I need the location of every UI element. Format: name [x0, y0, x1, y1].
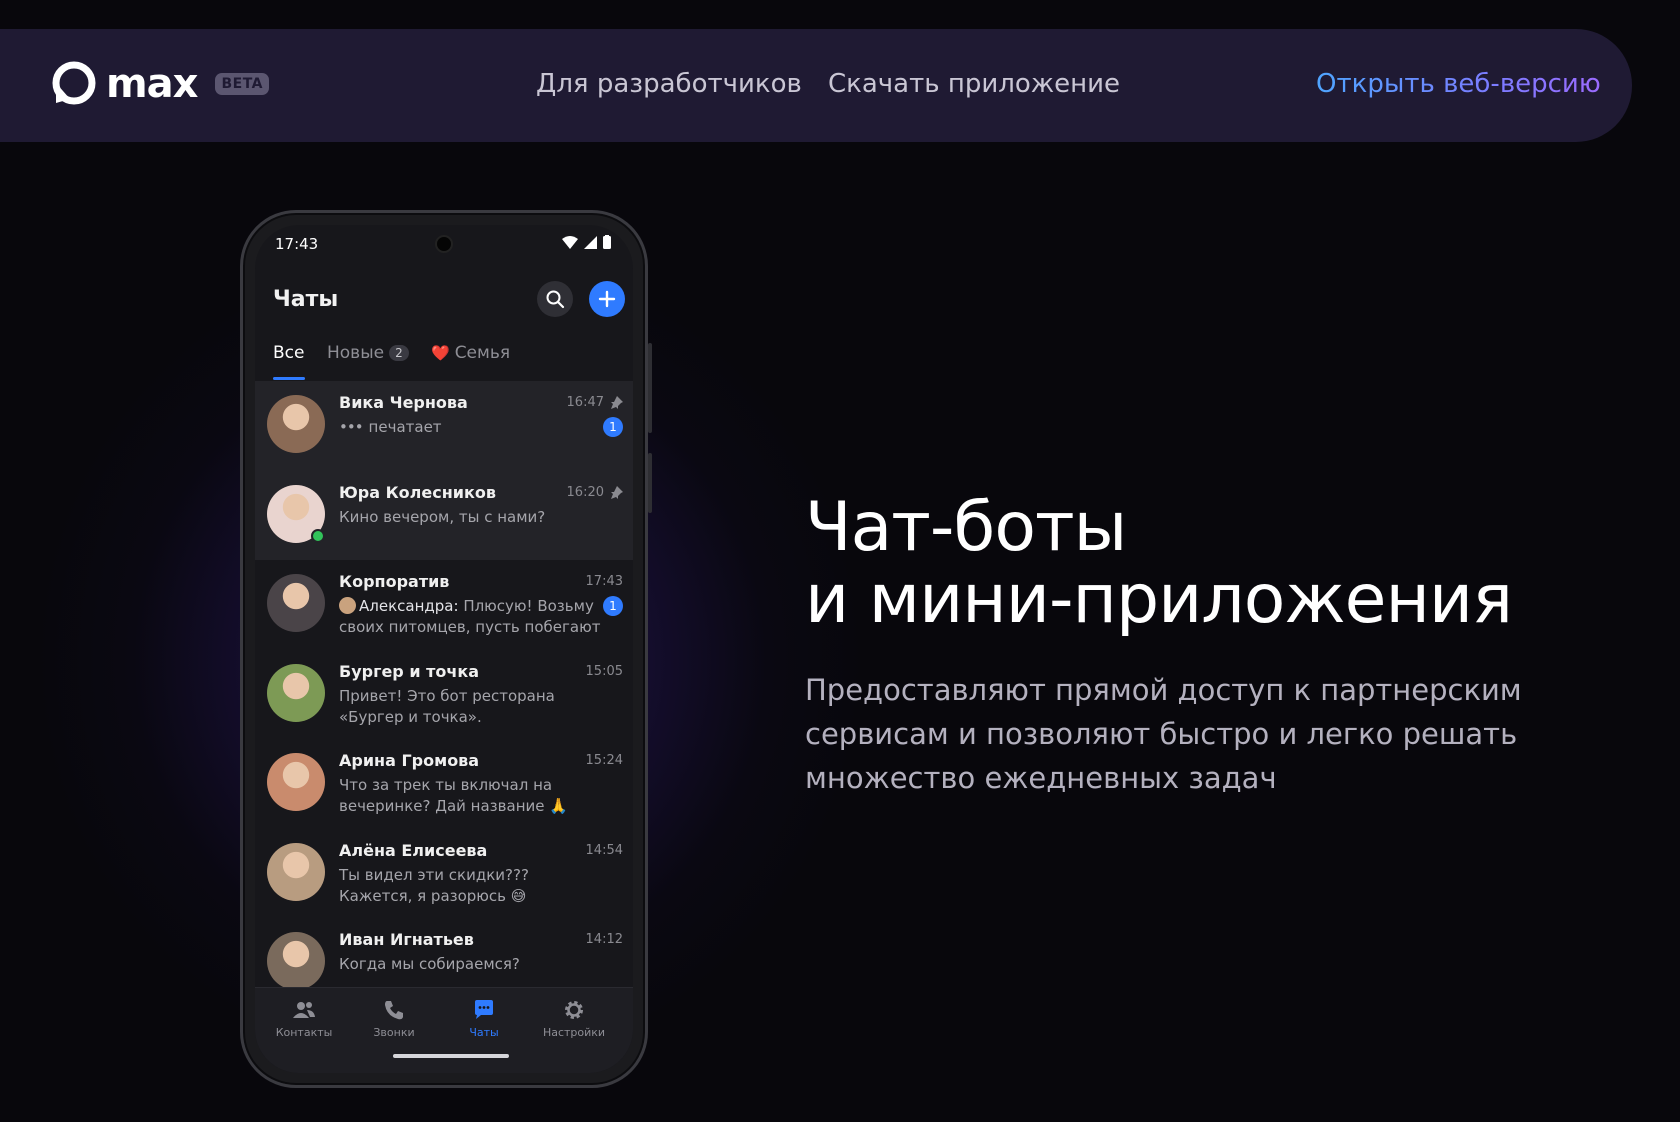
search-icon [546, 290, 565, 309]
tabbar-chats[interactable]: Чаты [439, 998, 529, 1039]
brand-name: max [106, 61, 198, 107]
home-indicator[interactable] [393, 1054, 509, 1058]
chat-preview: Александра: Плюсую! Возьму своих питомце… [339, 597, 601, 636]
chat-item[interactable]: Арина Громова 15:24 Что за трек ты включал… [255, 739, 633, 829]
beta-badge: BETA [215, 73, 270, 95]
chats-header: Чаты [255, 275, 633, 325]
unread-badge: 1 [603, 596, 623, 616]
battery-icon [603, 235, 611, 249]
phone-screen: 17:43 Чаты Все Новые 2 ❤️ Семья Вика Черно… [255, 225, 633, 1073]
pin-icon [611, 396, 623, 409]
phone-icon [385, 1001, 403, 1020]
phone-mockup: 17:43 Чаты Все Новые 2 ❤️ Семья Вика Черно… [240, 210, 652, 1088]
chat-name: Корпоратив [339, 572, 450, 591]
chat-item[interactable]: Алёна Елисеева 14:54 Ты видел эти скидки??… [255, 829, 633, 919]
hero-title: Чат-боты и мини-приложения [805, 488, 1513, 639]
front-camera [435, 235, 453, 253]
chat-item[interactable]: Вика Чернова 16:47 ••• печатает 1 [255, 381, 633, 471]
chat-preview: Кино вечером, ты с нами? [339, 507, 546, 526]
tab-all[interactable]: Все [273, 343, 304, 363]
chat-icon [475, 1000, 493, 1019]
bottom-tab-bar: Контакты Звонки Чаты Настройки [255, 987, 633, 1073]
chat-item[interactable]: Корпоратив 17:43 Александра: Плюсую! Возьм… [255, 560, 633, 650]
chat-list: Вика Чернова 16:47 ••• печатает 1 Юра Колесни… [255, 381, 633, 1008]
open-web-version-link[interactable]: Открыть веб-версию [1316, 69, 1601, 99]
chat-time: 17:43 [585, 574, 623, 589]
gear-icon [565, 1001, 583, 1019]
max-logo-icon [52, 61, 96, 105]
author-avatar [339, 597, 356, 614]
search-button[interactable] [537, 281, 573, 317]
chat-filter-tabs: Все Новые 2 ❤️ Семья [255, 343, 633, 383]
nav-link-download[interactable]: Скачать приложение [828, 69, 1120, 99]
online-indicator [311, 528, 325, 543]
chat-preview: Что за трек ты включал на вечеринке? Дай… [339, 776, 568, 815]
avatar [267, 574, 325, 632]
tabbar-calls[interactable]: Звонки [349, 998, 439, 1039]
wifi-icon [562, 235, 578, 249]
plus-icon [598, 290, 616, 308]
avatar [267, 753, 325, 811]
chat-time: 14:12 [585, 932, 623, 947]
new-chat-button[interactable] [589, 281, 625, 317]
unread-badge: 1 [603, 417, 623, 437]
page-title: Чаты [273, 287, 339, 312]
avatar [267, 663, 325, 722]
tabbar-contacts[interactable]: Контакты [259, 998, 349, 1039]
top-navigation: max BETA Для разработчиков Скачать прило… [0, 29, 1632, 142]
chat-name: Вика Чернова [339, 393, 468, 412]
chat-time: 16:20 [567, 485, 623, 500]
chat-time: 16:47 [567, 395, 623, 410]
avatar [267, 842, 325, 901]
tab-family[interactable]: ❤️ Семья [431, 343, 510, 363]
chat-preview: Привет! Это бот ресторана «Бургер и точк… [339, 686, 555, 726]
avatar [267, 932, 325, 990]
chat-name: Бургер и точка [339, 661, 479, 681]
phone-volume-button [648, 343, 652, 433]
chat-item[interactable]: Бургер и точка 15:05 Привет! Это бот ресто… [255, 650, 633, 740]
active-tab-indicator [273, 377, 305, 380]
chat-name: Иван Игнатьев [339, 930, 474, 949]
typing-dots-icon: ••• [339, 418, 364, 436]
chat-time: 14:54 [585, 842, 623, 858]
chat-preview: Когда мы собираемся? [339, 955, 520, 973]
chat-item[interactable]: Юра Колесников 16:20 Кино вечером, ты с на… [255, 470, 633, 560]
status-time: 17:43 [275, 235, 319, 253]
phone-power-button [648, 453, 652, 513]
tab-new[interactable]: Новые 2 [327, 343, 409, 363]
new-count-badge: 2 [389, 345, 409, 361]
hero-subtitle: Предоставляют прямой доступ к партнерски… [805, 673, 1522, 795]
status-bar: 17:43 [255, 225, 633, 261]
nav-link-developers[interactable]: Для разработчиков [536, 69, 802, 99]
contacts-icon [293, 1002, 315, 1018]
pin-icon [611, 485, 623, 499]
avatar [267, 395, 325, 453]
signal-icon [584, 235, 597, 249]
tabbar-settings[interactable]: Настройки [529, 998, 619, 1039]
brand-logo[interactable]: max BETA [50, 61, 270, 107]
chat-time: 15:24 [585, 753, 623, 768]
chat-name: Алёна Елисеева [339, 840, 488, 860]
chat-name: Юра Колесников [339, 482, 496, 502]
chat-preview: ••• печатает [339, 418, 442, 436]
chat-preview: Ты видел эти скидки??? Кажется, я разорю… [339, 865, 529, 905]
chat-time: 15:05 [585, 663, 623, 679]
chat-name: Арина Громова [339, 751, 480, 770]
heart-icon: ❤️ [431, 344, 450, 362]
